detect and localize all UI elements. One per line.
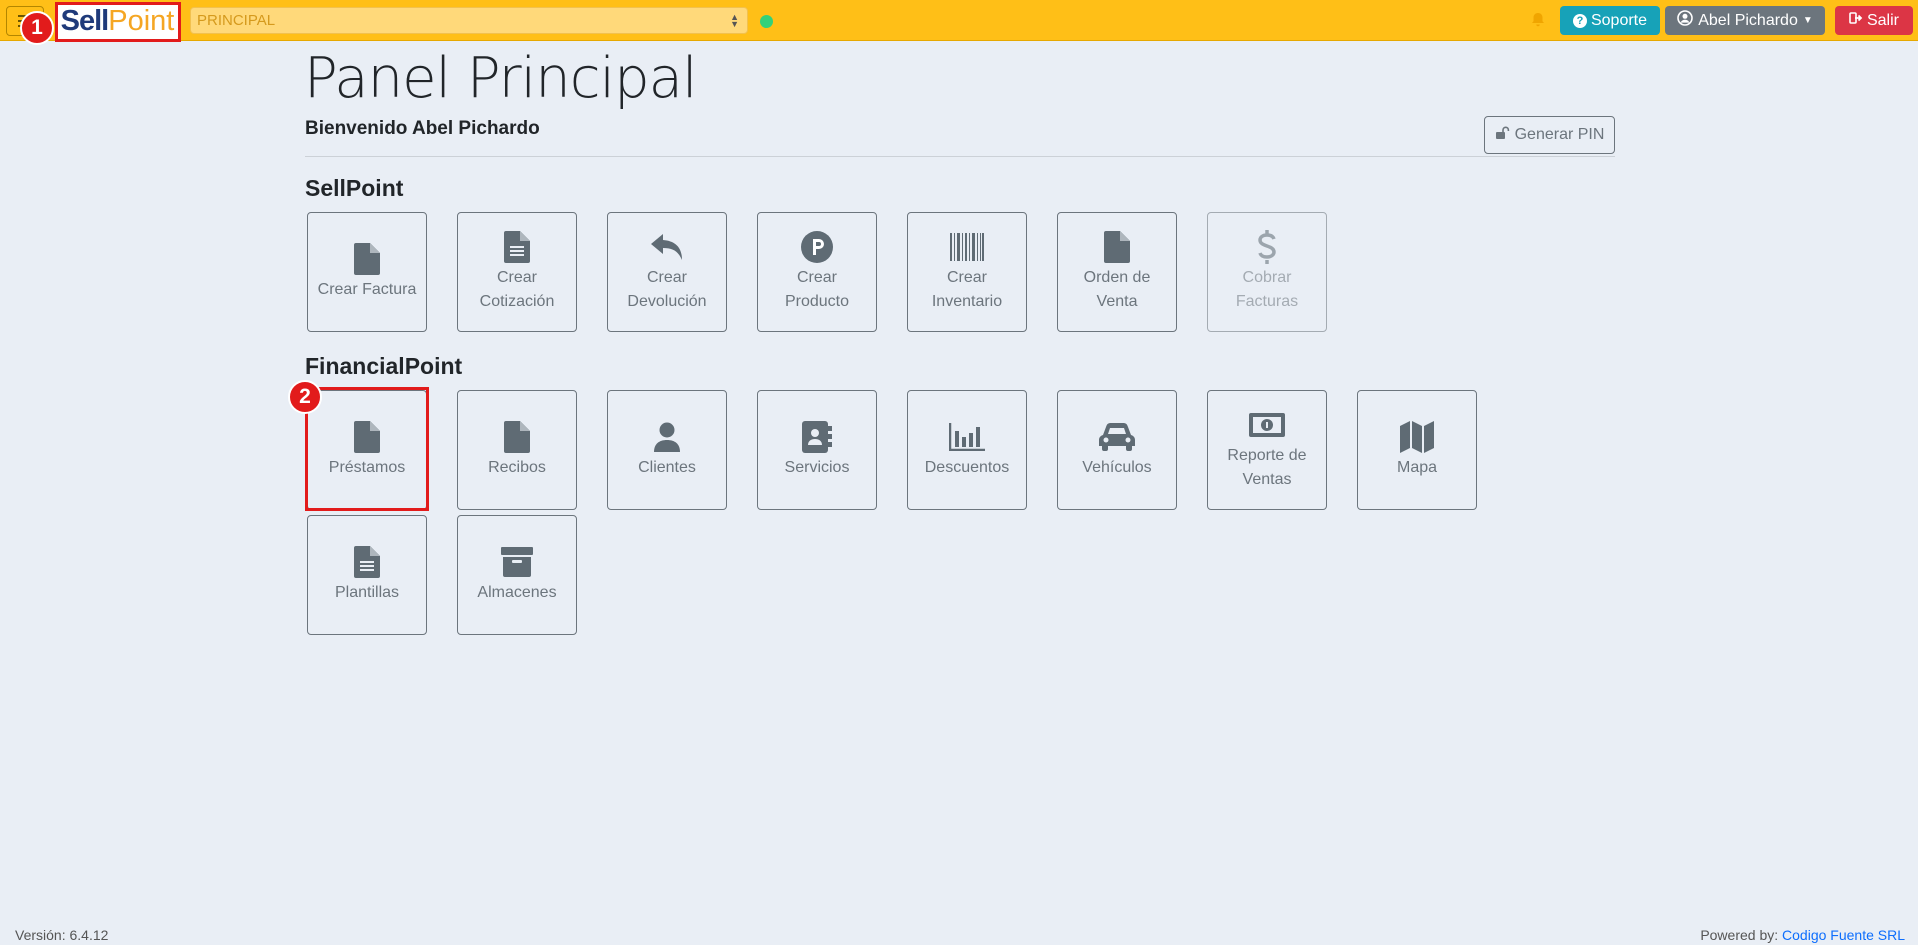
tile-crear-producto[interactable]: Crear Producto	[757, 212, 877, 332]
tile-label: Crear Producto	[784, 269, 850, 310]
tile-label: Recibos	[488, 459, 546, 476]
tile-orden-de-venta[interactable]: Orden de Venta	[1057, 212, 1177, 332]
user-menu-button[interactable]: Abel Pichardo ▼	[1665, 6, 1825, 35]
generar-pin-button[interactable]: Generar PIN	[1484, 116, 1615, 154]
tile-crear-inventario[interactable]: Crear Inventario	[907, 212, 1027, 332]
map-icon	[1400, 420, 1434, 454]
callout-highlight-1	[55, 2, 181, 42]
unlock-icon	[1495, 126, 1510, 145]
tile-vehiculos[interactable]: Vehículos	[1057, 390, 1177, 510]
file-lines-icon	[504, 230, 530, 264]
tile-label: Orden de Venta	[1083, 269, 1151, 310]
soporte-button[interactable]: ? Soporte	[1560, 6, 1660, 35]
user-name-label: Abel Pichardo	[1698, 11, 1798, 29]
tile-label: Descuentos	[924, 459, 1010, 476]
tile-clientes[interactable]: Clientes	[607, 390, 727, 510]
file-icon	[1104, 230, 1130, 264]
sign-out-icon	[1849, 11, 1863, 30]
tile-label: Mapa	[1396, 459, 1438, 476]
company-link[interactable]: Codigo Fuente SRL	[1782, 927, 1905, 943]
tile-plantillas[interactable]: Plantillas	[307, 515, 427, 635]
tile-recibos[interactable]: Recibos	[457, 390, 577, 510]
bell-icon[interactable]	[1530, 12, 1546, 28]
header-divider	[305, 156, 1615, 157]
tile-almacenes[interactable]: Almacenes	[457, 515, 577, 635]
tile-crear-devolucion[interactable]: Crear Devolución	[607, 212, 727, 332]
tile-label: Crear Cotización	[479, 269, 555, 310]
tile-label: Clientes	[638, 459, 696, 476]
tile-label: Crear Factura	[317, 281, 417, 298]
car-icon	[1099, 420, 1135, 454]
user-icon	[654, 420, 680, 454]
money-bill-icon	[1249, 408, 1285, 442]
tile-crear-factura[interactable]: Crear Factura	[307, 212, 427, 332]
soporte-label: Soporte	[1590, 11, 1648, 29]
reply-icon	[650, 230, 684, 264]
tile-label: Reporte de Ventas	[1227, 447, 1307, 488]
tile-label: Almacenes	[477, 584, 557, 601]
file-icon	[504, 420, 530, 454]
tile-cobrar-facturas: Cobrar Facturas	[1207, 212, 1327, 332]
company-select-value: PRINCIPAL	[197, 12, 276, 29]
question-circle-icon: ?	[1572, 13, 1587, 28]
file-icon	[354, 242, 380, 276]
tile-crear-cotizacion[interactable]: Crear Cotización	[457, 212, 577, 332]
tile-mapa[interactable]: Mapa	[1357, 390, 1477, 510]
tile-descuentos[interactable]: Descuentos	[907, 390, 1027, 510]
top-navbar: Sell Point PRINCIPAL ▲ ▼ ? Soporte Abel Pi…	[0, 0, 1918, 41]
barcode-icon	[950, 230, 984, 264]
generar-pin-label: Generar PIN	[1514, 126, 1605, 143]
tile-reporte-de-ventas[interactable]: Reporte de Ventas	[1207, 390, 1327, 510]
tile-label: Plantillas	[334, 584, 400, 601]
tile-label: Cobrar Facturas	[1235, 269, 1299, 310]
dollar-icon	[1256, 230, 1278, 264]
tile-servicios[interactable]: Servicios	[757, 390, 877, 510]
file-lines-icon	[354, 545, 380, 579]
version-text: Versión: 6.4.12	[15, 927, 109, 943]
callout-number-1: 1	[20, 11, 54, 45]
callout-highlight-2	[305, 387, 429, 511]
parking-circle-icon	[801, 230, 833, 264]
welcome-text: Bienvenido Abel Pichardo	[305, 118, 540, 139]
page-title: Panel Principal	[304, 46, 698, 111]
archive-icon	[501, 545, 533, 579]
tile-label: Vehículos	[1082, 459, 1152, 476]
section-title-financialpoint: FinancialPoint	[305, 353, 463, 379]
tile-label: Servicios	[784, 459, 850, 476]
user-circle-icon	[1677, 10, 1694, 31]
connection-status-dot	[760, 15, 773, 28]
salir-button[interactable]: Salir	[1835, 6, 1913, 35]
bar-chart-icon	[949, 420, 985, 454]
caret-down-icon: ▼	[1802, 15, 1813, 26]
tile-label: Crear Devolución	[627, 269, 707, 310]
callout-number-2: 2	[288, 380, 322, 414]
salir-label: Salir	[1866, 11, 1899, 29]
address-book-icon	[802, 420, 832, 454]
powered-by-label: Powered by:	[1700, 927, 1779, 943]
powered-by: Powered by: Codigo Fuente SRL	[1700, 927, 1905, 943]
tile-label: Crear Inventario	[931, 269, 1003, 310]
section-title-sellpoint: SellPoint	[305, 175, 404, 201]
select-arrows-icon: ▲ ▼	[730, 12, 739, 29]
company-select[interactable]: PRINCIPAL ▲ ▼	[190, 7, 748, 34]
